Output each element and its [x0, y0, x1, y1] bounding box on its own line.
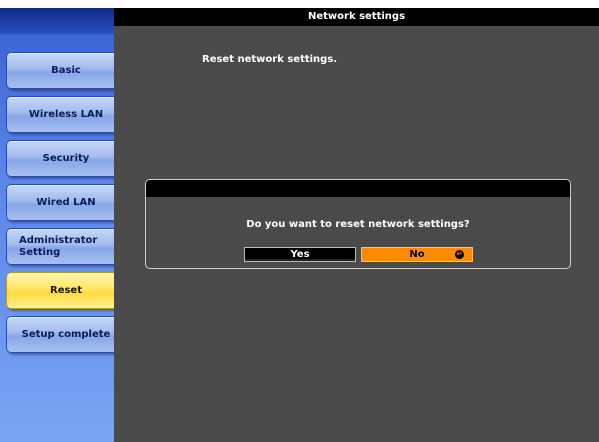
network-settings-screen: Basic Wireless LAN Security Wired LAN Ad… [0, 0, 599, 442]
window-title: Network settings [114, 8, 599, 26]
sidebar: Basic Wireless LAN Security Wired LAN Ad… [0, 8, 130, 442]
sidebar-item-label: Wireless LAN [28, 108, 104, 120]
dialog-question: Do you want to reset network settings? [246, 219, 470, 230]
sidebar-item-label: Setup complete [21, 328, 111, 340]
sidebar-item-security[interactable]: Security [6, 140, 126, 177]
sidebar-item-wireless-lan[interactable]: Wireless LAN [6, 96, 126, 133]
sidebar-item-wired-lan[interactable]: Wired LAN [6, 184, 126, 221]
sidebar-item-label: Reset [50, 284, 82, 296]
page-message: Reset network settings. [202, 54, 338, 65]
sidebar-item-label: Administrator Setting [19, 234, 98, 258]
sidebar-header [0, 8, 130, 34]
sidebar-item-label: Basic [51, 64, 81, 76]
sidebar-item-label: Security [42, 152, 90, 164]
sidebar-item-administrator-setting[interactable]: Administrator Setting [6, 228, 126, 265]
no-button-label: No [409, 249, 425, 260]
sidebar-item-label: Wired LAN [36, 196, 96, 208]
no-button[interactable]: No ↵ [361, 247, 473, 262]
confirm-dialog: Do you want to reset network settings? Y… [145, 179, 571, 269]
enter-icon: ↵ [455, 250, 464, 259]
sidebar-item-basic[interactable]: Basic [6, 52, 126, 89]
dialog-title-bar [146, 180, 570, 197]
sidebar-item-reset[interactable]: Reset [6, 272, 126, 309]
yes-button[interactable]: Yes [244, 247, 356, 262]
yes-button-label: Yes [290, 249, 310, 260]
sidebar-item-setup-complete[interactable]: Setup complete [6, 316, 126, 353]
